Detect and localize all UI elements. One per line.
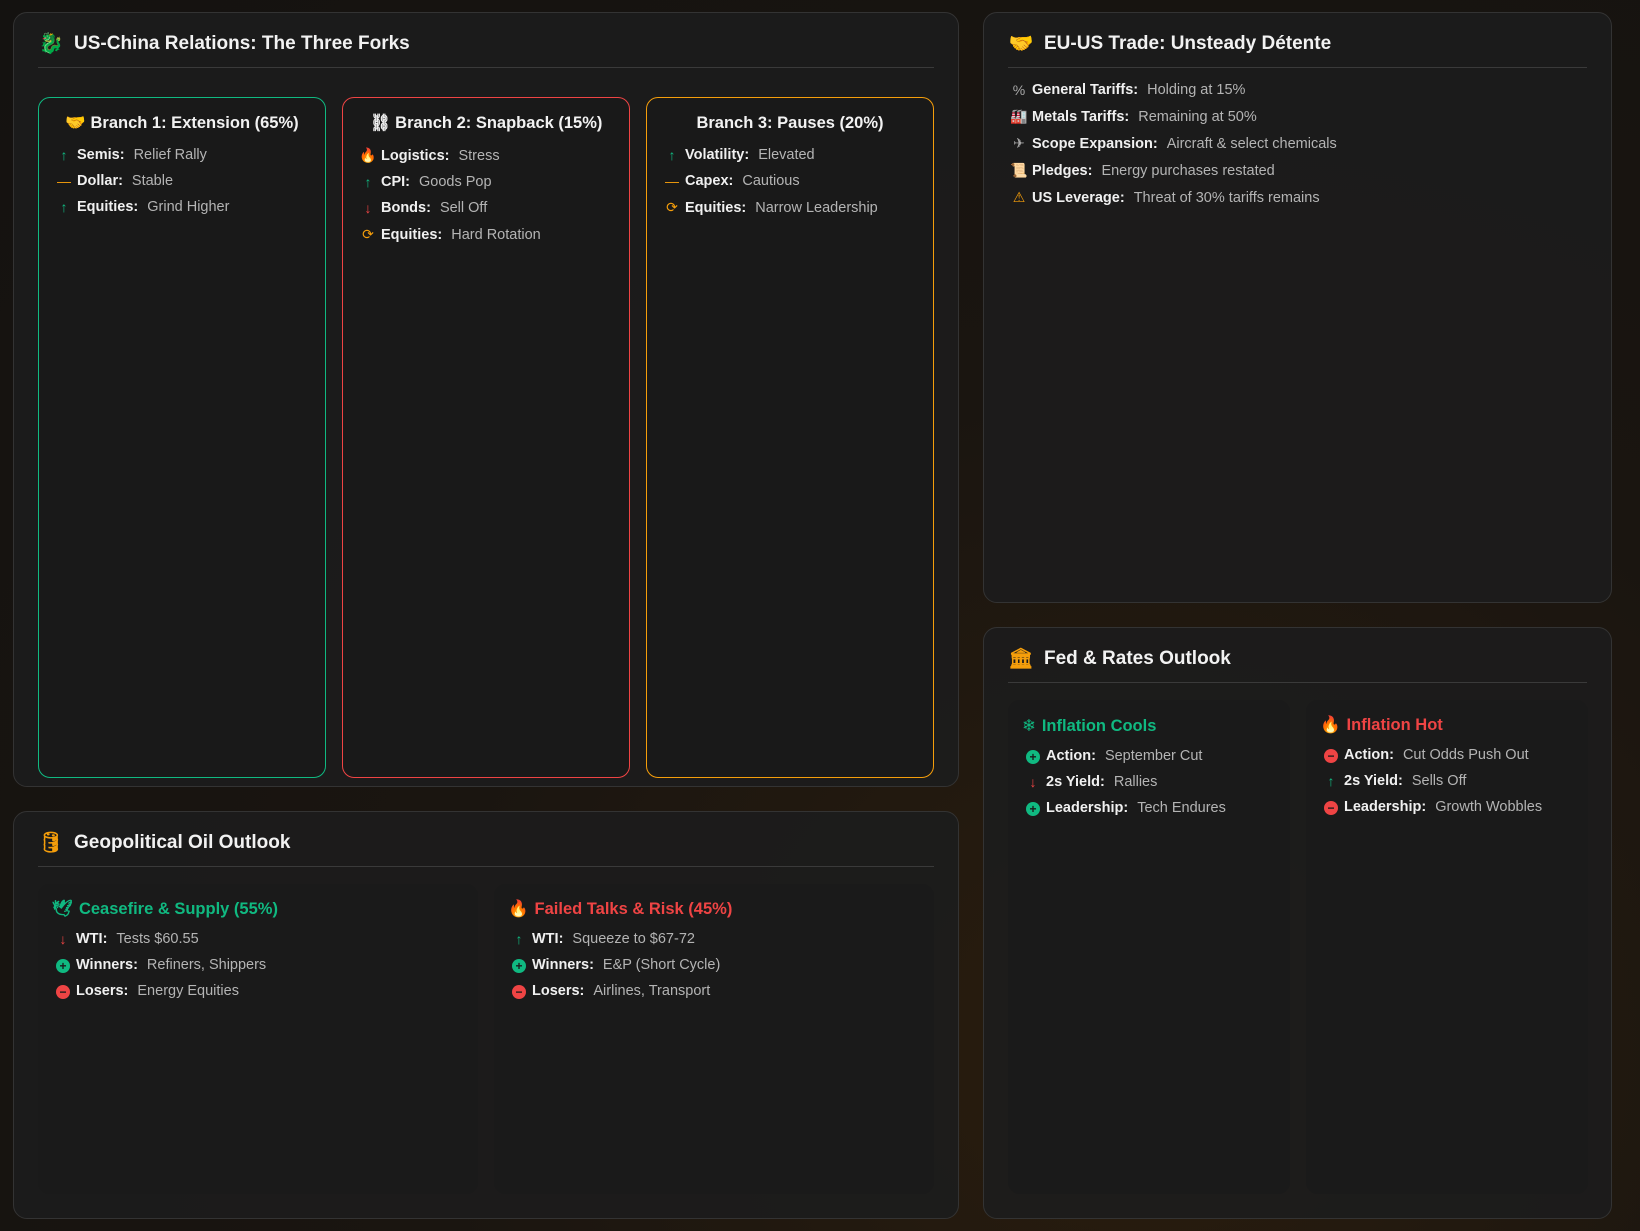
branch-snapback-card: ⛓ Branch 2: Snapback (15%) 🔥 Logistics: St… (342, 97, 630, 778)
broken-link-icon: ⛓ (369, 114, 391, 132)
oil-panel: 🛢 Geopolitical Oil Outlook 🕊 Ceasefire &… (13, 811, 959, 1219)
list-item: ✈ Scope Expansion: Aircraft & select chemi… (1008, 135, 1587, 152)
scenario-title: 🔥 Failed Talks & Risk (45%) (508, 900, 733, 918)
minus-circle-icon: − (508, 983, 530, 999)
fed-title: Fed & Rates Outlook (1044, 647, 1231, 669)
ceasefire-scenario-card: 🕊 Ceasefire & Supply (55%) ↓ WTI: Tests $6… (38, 884, 478, 1194)
oil-header: 🛢 Geopolitical Oil Outlook (38, 830, 934, 867)
arrow-down-icon: ↓ (364, 200, 372, 216)
rotate-icon: ⟳ (362, 226, 374, 242)
list-item: 🏭 Metals Tariffs: Remaining at 50% (1008, 108, 1587, 125)
list-item: ↓ 2s Yield: Rallies (1022, 774, 1276, 790)
handshake-icon: 🤝 (65, 114, 86, 132)
minus-circle-icon: − (1320, 799, 1342, 815)
dash-icon: — (57, 173, 71, 189)
branch-pauses-card: Branch 3: Pauses (20%) ↑ Volatility: Eleva… (646, 97, 934, 778)
us-china-panel: 🐉 US-China Relations: The Three Forks 🤝 … (13, 12, 959, 787)
list-item: ↑ Semis: Relief Rally (53, 147, 311, 163)
fire-icon: 🔥 (508, 900, 529, 918)
scenario-title: ❄ Inflation Cools (1022, 716, 1157, 736)
list-item: 🔥 Logistics: Stress (357, 147, 615, 164)
list-item: — Dollar: Stable (53, 173, 311, 189)
list-item: — Capex: Cautious (661, 173, 919, 189)
eu-us-list: % General Tariffs: Holding at 15% 🏭 Metals … (1008, 82, 1587, 206)
us-china-title: US-China Relations: The Three Forks (74, 32, 410, 54)
inflation-hot-card: 🔥 Inflation Hot − Action: Cut Odds Push Ou… (1306, 700, 1588, 1194)
scenario-title: 🕊 Ceasefire & Supply (55%) (52, 900, 278, 918)
branch-title: Branch 3: Pauses (20%) (696, 114, 884, 132)
inflation-cools-card: ❄ Inflation Cools + Action: September Cut … (1008, 700, 1290, 1194)
plane-icon: ✈ (1013, 135, 1025, 151)
eu-us-title: EU-US Trade: Unsteady Détente (1044, 32, 1332, 54)
fire-icon: 🔥 (1320, 716, 1341, 734)
list-item: ↑ 2s Yield: Sells Off (1320, 773, 1574, 789)
branch-title: 🤝 Branch 1: Extension (65%) (65, 114, 299, 132)
rotate-icon: ⟳ (666, 199, 678, 215)
list-item: ↑ CPI: Goods Pop (357, 174, 615, 190)
failed-talks-scenario-card: 🔥 Failed Talks & Risk (45%) ↑ WTI: Squeeze… (494, 884, 934, 1194)
snowflake-icon: ❄ (1022, 717, 1036, 735)
list-item: − Losers: Airlines, Transport (508, 983, 920, 999)
list-item: ⟳ Equities: Narrow Leadership (661, 199, 919, 216)
factory-icon: 🏭 (1010, 108, 1028, 124)
list-item: 📜 Pledges: Energy purchases restated (1008, 162, 1587, 179)
handshake-icon: 🤝 (1008, 33, 1034, 55)
arrow-up-icon: ↑ (515, 931, 523, 947)
arrow-up-icon: ↑ (60, 199, 68, 215)
list-item: ↑ Equities: Grind Higher (53, 199, 311, 215)
minus-circle-icon: − (52, 983, 74, 999)
us-china-header: 🐉 US-China Relations: The Three Forks (38, 31, 934, 68)
fed-header: 🏛 Fed & Rates Outlook (1008, 646, 1587, 683)
arrow-up-icon: ↑ (1327, 773, 1335, 789)
list-item: + Leadership: Tech Endures (1022, 800, 1276, 816)
dove-icon: 🕊 (52, 900, 73, 918)
scenario-title: 🔥 Inflation Hot (1320, 716, 1443, 734)
plus-circle-icon: + (508, 957, 530, 973)
fed-panel: 🏛 Fed & Rates Outlook ❄ Inflation Cools … (983, 627, 1612, 1219)
list-item: − Leadership: Growth Wobbles (1320, 799, 1574, 815)
branch-extension-card: 🤝 Branch 1: Extension (65%) ↑ Semis: Relie… (38, 97, 326, 778)
list-item: − Action: Cut Odds Push Out (1320, 747, 1574, 763)
list-item: + Winners: E&P (Short Cycle) (508, 957, 920, 973)
arrow-down-icon: ↓ (1029, 774, 1037, 790)
arrow-down-icon: ↓ (59, 931, 67, 947)
scroll-icon: 📜 (1010, 162, 1028, 178)
arrow-up-icon: ↑ (364, 174, 372, 190)
list-item: ↓ WTI: Tests $60.55 (52, 931, 464, 947)
dash-icon: — (665, 173, 679, 189)
eu-us-header: 🤝 EU-US Trade: Unsteady Détente (1008, 31, 1587, 68)
dragon-icon: 🐉 (38, 33, 64, 55)
plus-circle-icon: + (52, 957, 74, 973)
percent-icon: % (1012, 82, 1026, 98)
oil-pump-icon: 🛢 (38, 832, 64, 854)
arrow-up-icon: ↑ (60, 147, 68, 163)
fire-icon: 🔥 (359, 147, 377, 163)
plus-circle-icon: + (1022, 800, 1044, 816)
list-item: ↑ WTI: Squeeze to $67-72 (508, 931, 920, 947)
eu-us-panel: 🤝 EU-US Trade: Unsteady Détente % General… (983, 12, 1612, 603)
list-item: + Action: September Cut (1022, 748, 1276, 764)
bank-icon: 🏛 (1008, 648, 1034, 670)
minus-circle-icon: − (1320, 747, 1342, 763)
list-item: ⚠ US Leverage: Threat of 30% tariffs remai… (1008, 189, 1587, 206)
warning-icon: ⚠ (1012, 189, 1026, 205)
list-item: ⟳ Equities: Hard Rotation (357, 226, 615, 243)
list-item: − Losers: Energy Equities (52, 983, 464, 999)
oil-title: Geopolitical Oil Outlook (74, 831, 291, 853)
list-item: ↑ Volatility: Elevated (661, 147, 919, 163)
list-item: ↓ Bonds: Sell Off (357, 200, 615, 216)
list-item: % General Tariffs: Holding at 15% (1008, 82, 1587, 98)
list-item: + Winners: Refiners, Shippers (52, 957, 464, 973)
branch-title: ⛓ Branch 2: Snapback (15%) (369, 114, 603, 132)
plus-circle-icon: + (1022, 748, 1044, 764)
arrow-up-icon: ↑ (668, 147, 676, 163)
